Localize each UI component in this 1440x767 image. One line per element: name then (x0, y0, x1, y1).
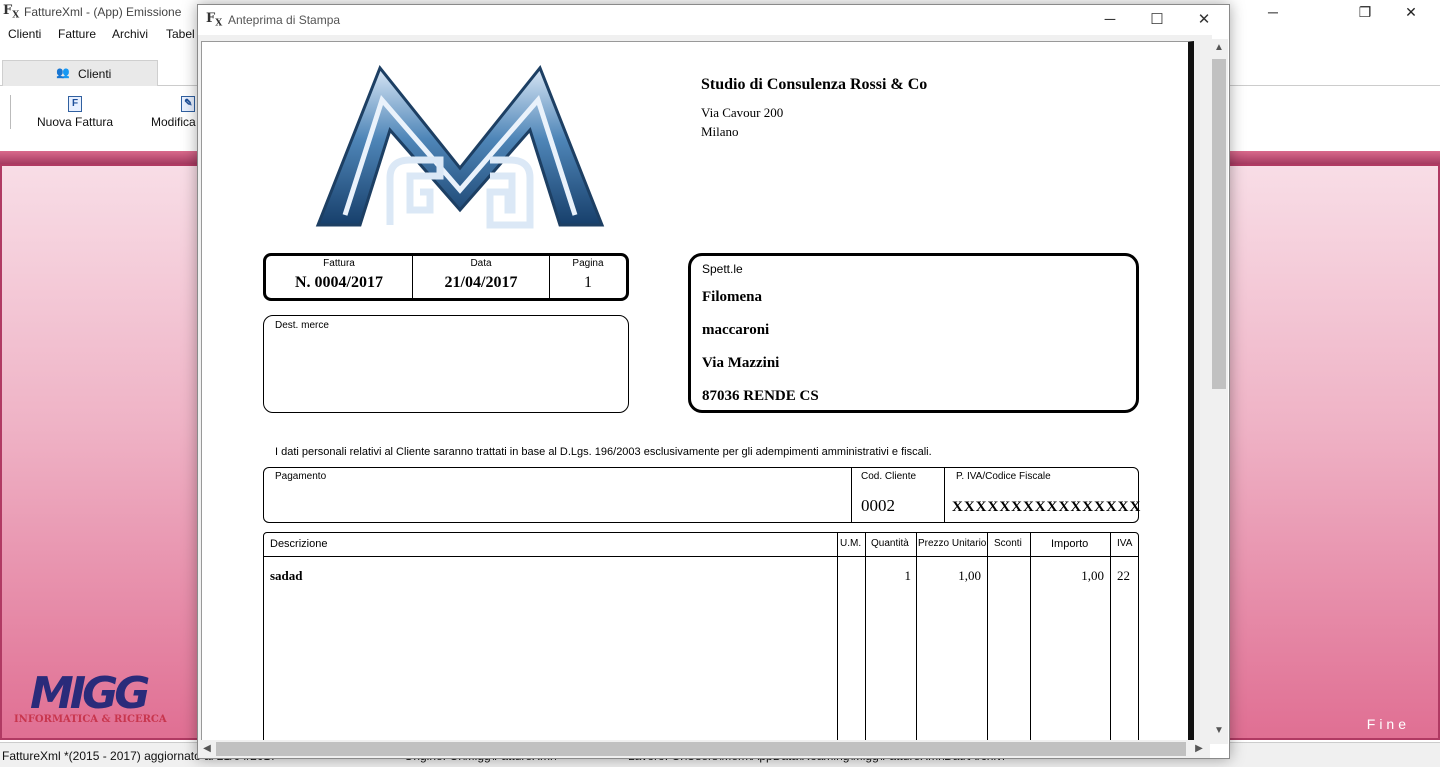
print-preview-window: FX Anteprima di Stampa ─ ☐ ✕ Studio di C… (197, 4, 1230, 759)
maximize-icon[interactable]: ☐ (1134, 5, 1180, 35)
modifica-button[interactable]: ✎ Modifica (151, 95, 196, 129)
invoice-number-cell: Fattura N. 0004/2017 (266, 256, 413, 298)
row-descrizione: sadad (270, 568, 303, 583)
vertical-scrollbar[interactable]: ▲ ▼ (1210, 39, 1228, 744)
modifica-label: Modifica (151, 115, 196, 129)
app-icon: FX (3, 3, 20, 21)
invoice-date: 21/04/2017 (444, 274, 518, 291)
fattura-label: Fattura (323, 258, 355, 269)
col-descrizione: Descrizione (270, 538, 328, 550)
piva-label: P. IVA/Codice Fiscale (956, 471, 1051, 482)
main-window-title: FattureXml - (App) Emissione (24, 5, 182, 19)
recipient-label: Spett.le (702, 262, 743, 276)
scroll-left-icon[interactable]: ◀ (198, 740, 216, 758)
menu-fatture[interactable]: Fatture (58, 27, 96, 41)
menu-tabelle[interactable]: Tabel (166, 27, 195, 41)
row-prezzo-unitario: 1,00 (958, 568, 981, 583)
new-invoice-icon: F (68, 96, 83, 112)
tab-clienti-label: Clienti (78, 67, 112, 81)
vertical-scroll-thumb[interactable] (1212, 59, 1226, 389)
users-icon: 👥 (56, 67, 70, 79)
recipient-line1: Filomena (702, 289, 762, 305)
row-iva: 22 (1117, 568, 1130, 583)
cod-cliente-value: 0002 (861, 496, 895, 515)
gm-logo (315, 65, 605, 229)
row-importo: 1,00 (1081, 568, 1104, 583)
recipient-line2: maccaroni (702, 322, 770, 338)
restore-icon[interactable]: ❐ (1342, 0, 1388, 24)
invoice-page: Studio di Consulenza Rossi & Co Via Cavo… (201, 41, 1194, 740)
column-divider (1110, 533, 1111, 740)
col-sconti: Sconti (994, 538, 1022, 549)
column-divider (916, 533, 917, 740)
dest-merce-box: Dest. merce (263, 315, 629, 413)
col-iva: IVA (1117, 538, 1133, 549)
column-divider (865, 533, 866, 740)
piva-value: XXXXXXXXXXXXXXXX (952, 499, 1142, 515)
fine-label: Fine (1366, 716, 1410, 732)
preview-titlebar: FX Anteprima di Stampa ─ ☐ ✕ (198, 5, 1229, 35)
recipient-line4: 87036 RENDE CS (702, 388, 819, 404)
company-address-line1: Via Cavour 200 (701, 105, 784, 120)
column-divider (987, 533, 988, 740)
row-quantita: 1 (904, 568, 912, 583)
horizontal-scroll-thumb[interactable] (216, 742, 1186, 756)
close-icon[interactable]: ✕ (1181, 5, 1227, 35)
menu-archivi[interactable]: Archivi (112, 27, 148, 41)
column-divider (1030, 533, 1031, 740)
column-divider (837, 533, 838, 740)
toolbar-separator (10, 95, 11, 129)
invoice-number: N. 0004/2017 (295, 274, 383, 291)
dest-merce-label: Dest. merce (275, 320, 329, 331)
edit-icon: ✎ (181, 96, 196, 112)
minimize-icon[interactable]: ─ (1087, 5, 1133, 35)
pagina-label: Pagina (572, 258, 604, 269)
minimize-icon[interactable]: ─ (1250, 0, 1296, 24)
scroll-down-icon[interactable]: ▼ (1210, 722, 1228, 740)
invoice-header-box: Fattura N. 0004/2017 Data 21/04/2017 Pag… (263, 253, 629, 301)
payment-box: Pagamento Cod. Cliente 0002 P. IVA/Codic… (263, 467, 1142, 523)
migg-logo-text: MIGG (30, 668, 150, 719)
data-label: Data (470, 258, 492, 269)
col-quantita: Quantità (871, 538, 909, 549)
col-um: U.M. (840, 538, 862, 549)
invoice-lines-table: Descrizione U.M. Quantità Prezzo Unitari… (263, 532, 1139, 740)
scroll-up-icon[interactable]: ▲ (1210, 39, 1228, 57)
pagamento-label: Pagamento (275, 471, 327, 482)
recipient-box: Spett.le Filomena maccaroni Via Mazzini … (688, 253, 1139, 413)
privacy-note: I dati personali relativi al Cliente sar… (275, 446, 932, 458)
col-prezzo-unitario: Prezzo Unitario (918, 538, 987, 549)
nuova-fattura-label: Nuova Fattura (37, 115, 114, 129)
nuova-fattura-button[interactable]: F Nuova Fattura (37, 95, 113, 129)
menu-clienti[interactable]: Clienti (8, 27, 41, 41)
page-number: 1 (584, 274, 592, 291)
close-icon[interactable]: ✕ (1388, 0, 1434, 24)
tab-clienti[interactable]: 👥 Clienti (2, 60, 158, 86)
payment-divider (944, 468, 945, 522)
migg-logo: MIGG INFORMATICA & RICERCA (12, 668, 167, 738)
company-name: Studio di Consulenza Rossi & Co (701, 76, 928, 93)
cod-cliente-label: Cod. Cliente (861, 471, 917, 482)
col-importo: Importo (1051, 538, 1089, 550)
preview-canvas: Studio di Consulenza Rossi & Co Via Cavo… (198, 35, 1212, 740)
recipient-line3: Via Mazzini (702, 355, 780, 371)
scroll-right-icon[interactable]: ▶ (1190, 740, 1208, 758)
invoice-date-cell: Data 21/04/2017 (413, 256, 550, 298)
invoice-page-cell: Pagina 1 (550, 256, 626, 298)
horizontal-scrollbar[interactable]: ◀ ▶ (198, 740, 1210, 758)
app-icon: FX (206, 11, 223, 29)
payment-divider (851, 468, 852, 522)
company-address-line2: Milano (701, 124, 739, 139)
migg-logo-subtitle: INFORMATICA & RICERCA (14, 714, 167, 725)
preview-window-title: Anteprima di Stampa (228, 13, 341, 27)
